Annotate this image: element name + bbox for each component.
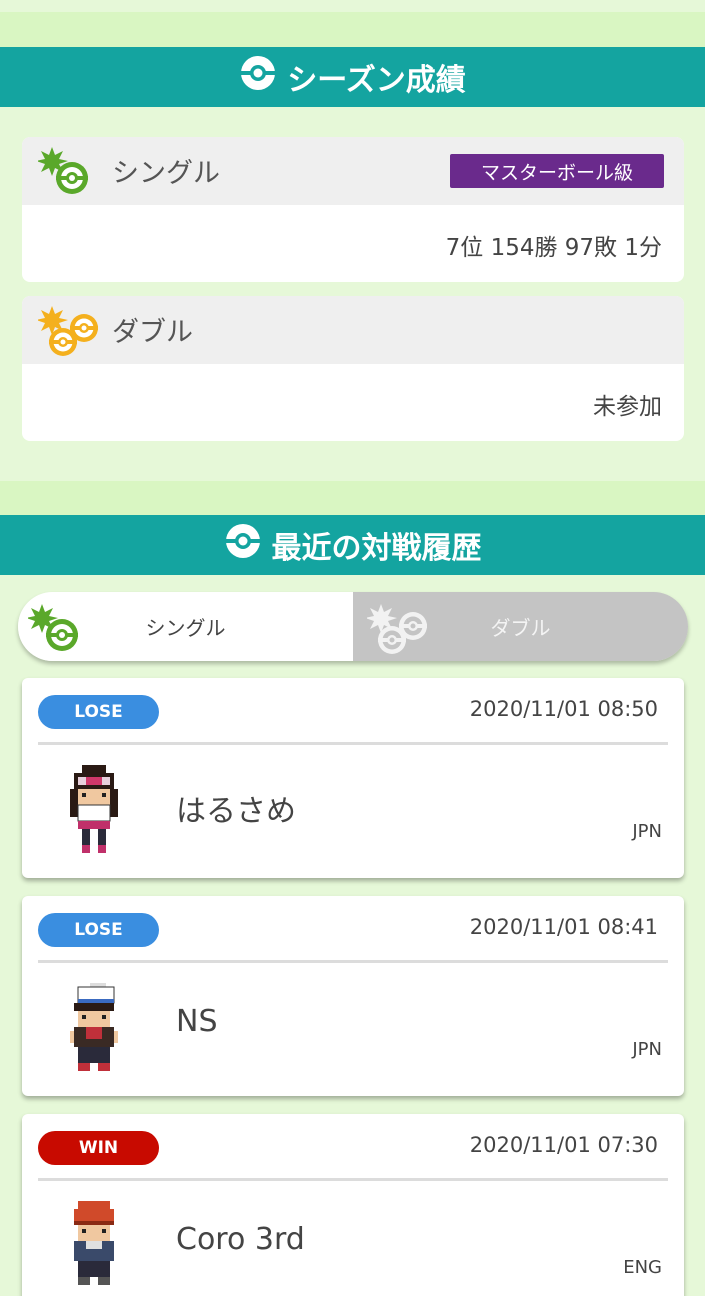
season-single-label: シングル xyxy=(112,158,220,189)
season-title: シーズン成績 xyxy=(287,63,466,98)
season-single-card: シングル マスターボール級 7位 154勝 97敗 1分 xyxy=(22,137,684,282)
middle-band xyxy=(0,481,705,515)
opponent-name: NS xyxy=(176,1004,218,1039)
season-single-head: シングル マスターボール級 xyxy=(22,137,684,205)
opponent-country: JPN xyxy=(632,1039,662,1060)
pokeball-icon xyxy=(224,522,262,568)
opponent-country: ENG xyxy=(623,1257,662,1278)
double-battle-icon xyxy=(36,304,102,364)
trainer-sprite-icon xyxy=(62,1200,126,1294)
result-badge: LOSE xyxy=(38,913,159,947)
season-double-card: ダブル 未参加 xyxy=(22,296,684,441)
single-battle-icon xyxy=(26,602,86,659)
single-battle-icon xyxy=(36,145,96,201)
divider xyxy=(38,960,668,963)
battle-card[interactable]: WIN 2020/11/01 07:30 Coro 3rd ENG xyxy=(22,1114,684,1296)
season-single-body: 7位 154勝 97敗 1分 xyxy=(22,205,684,282)
season-double-label: ダブル xyxy=(112,317,193,348)
result-badge: WIN xyxy=(38,1131,159,1165)
season-double-body: 未参加 xyxy=(22,364,684,441)
opponent-name: Coro 3rd xyxy=(176,1222,305,1257)
battle-date: 2020/11/01 08:50 xyxy=(469,697,658,721)
tab-double-label: ダブル xyxy=(490,616,551,640)
opponent-name: はるさめ xyxy=(176,794,296,829)
top-band xyxy=(0,12,705,47)
battle-card[interactable]: LOSE 2020/11/01 08:50 はるさめ JPN xyxy=(22,678,684,878)
season-single-record: 7位 154勝 97敗 1分 xyxy=(445,235,662,261)
tab-double[interactable]: ダブル xyxy=(353,592,688,661)
double-battle-icon xyxy=(365,602,431,661)
history-header: 最近の対戦履歴 xyxy=(0,515,705,575)
season-double-head: ダブル xyxy=(22,296,684,364)
trainer-sprite-icon xyxy=(62,764,126,858)
battle-card[interactable]: LOSE 2020/11/01 08:41 NS JPN xyxy=(22,896,684,1096)
result-badge: LOSE xyxy=(38,695,159,729)
season-double-record: 未参加 xyxy=(593,394,662,420)
season-header: シーズン成績 xyxy=(0,47,705,107)
trainer-sprite-icon xyxy=(62,982,126,1076)
history-title: 最近の対戦履歴 xyxy=(271,531,482,566)
rank-badge: マスターボール級 xyxy=(450,154,664,188)
divider xyxy=(38,1178,668,1181)
battle-date: 2020/11/01 08:41 xyxy=(469,915,658,939)
battle-format-toggle: シングル ダブル xyxy=(18,592,688,661)
tab-single[interactable]: シングル xyxy=(18,592,353,661)
opponent-country: JPN xyxy=(632,821,662,842)
pokeball-icon xyxy=(239,54,277,100)
battle-date: 2020/11/01 07:30 xyxy=(469,1133,658,1157)
divider xyxy=(38,742,668,745)
tab-single-label: シングル xyxy=(145,616,226,640)
